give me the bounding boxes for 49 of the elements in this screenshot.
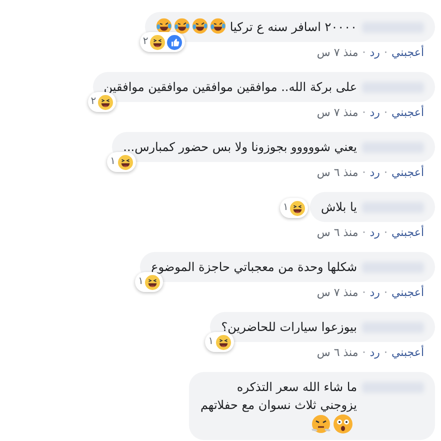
action-link[interactable]: أعجبني (391, 166, 424, 180)
laughing-face-icon (150, 34, 166, 50)
action-link[interactable]: أعجبني (391, 346, 424, 360)
separator-dot: · (384, 106, 388, 120)
reaction-count[interactable]: ١ (280, 198, 308, 218)
timestamp: منذ ٦ س (316, 226, 358, 240)
laughing-face-icon (216, 334, 231, 350)
separator-dot: · (384, 46, 388, 60)
timestamp: منذ ٧ س (316, 46, 358, 60)
separator-dot: · (362, 346, 366, 360)
reaction-count[interactable]: ٢ (140, 32, 186, 52)
crying-laughing-face-icon (192, 18, 208, 34)
separator-dot: · (384, 346, 388, 360)
action-link[interactable]: أعجبني (391, 286, 424, 300)
separator-dot: · (362, 166, 366, 180)
separator-dot: · (384, 226, 388, 240)
timestamp: منذ ٦ س (316, 346, 358, 360)
action-link[interactable]: رد (370, 346, 380, 360)
separator-dot: · (384, 286, 388, 300)
thumbs-up-icon (167, 34, 182, 50)
laughing-face-icon (118, 154, 133, 170)
shocked-face-icon (333, 414, 353, 434)
crying-laughing-face-icon (174, 18, 190, 34)
laughing-face-icon (98, 94, 114, 110)
timestamp: منذ ٦ س (316, 166, 358, 180)
action-link[interactable]: رد (370, 226, 380, 240)
comment-text: ٢٠٠٠٠ اسافر سنه ع تركيا (230, 19, 357, 36)
timestamp: منذ ٧ س (316, 106, 358, 120)
separator-dot: · (384, 166, 388, 180)
laughing-face-icon (145, 274, 160, 290)
separator-dot: · (362, 286, 366, 300)
action-link[interactable]: رد (370, 46, 380, 60)
action-link[interactable]: رد (370, 106, 380, 120)
reaction-count[interactable]: ٢ (88, 92, 116, 112)
reaction-count[interactable]: ١ (107, 152, 136, 172)
separator-dot: · (362, 226, 366, 240)
action-link[interactable]: أعجبني (391, 46, 424, 60)
comment-text: ما شاء الله سعر التذكره يزوجني ثلاث نسوان مع حفلاتهم (200, 379, 357, 414)
action-link[interactable]: أعجبني (391, 106, 424, 120)
timestamp: منذ ٧ س (316, 286, 358, 300)
separator-dot: · (362, 46, 366, 60)
laughing-face-icon (290, 200, 306, 216)
separator-dot: · (362, 106, 366, 120)
comment-text: يا بلاش (321, 199, 357, 216)
crying-laughing-face-icon (210, 18, 226, 34)
action-link[interactable]: رد (370, 286, 380, 300)
angry-steam-face-icon (311, 414, 331, 434)
action-link[interactable]: أعجبني (391, 226, 424, 240)
action-link[interactable]: رد (370, 166, 380, 180)
